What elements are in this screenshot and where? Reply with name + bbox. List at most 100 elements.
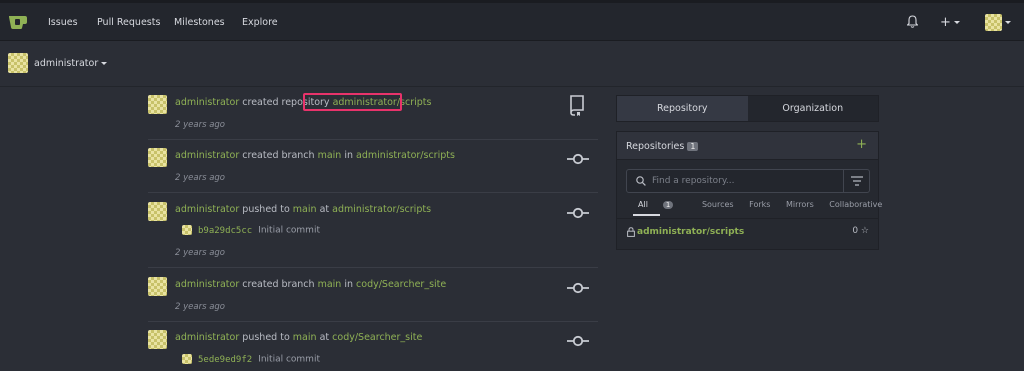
branch-link[interactable]: main <box>293 204 317 215</box>
feed-text: administrator created branch main in adm… <box>175 150 455 161</box>
search-placeholder: Find a repository... <box>652 176 735 186</box>
tab-repository[interactable]: Repository <box>617 96 748 121</box>
nav-milestones[interactable]: Milestones <box>174 17 225 28</box>
repositories-count-badge: 1 <box>687 142 699 151</box>
feed-verb: pushed to <box>242 332 290 343</box>
branch-link[interactable]: main <box>293 332 317 343</box>
feed-prep: in <box>344 150 354 161</box>
divider <box>148 267 598 268</box>
avatar <box>182 225 192 235</box>
feed-time: 2 years ago <box>175 173 226 183</box>
feed-time: 2 years ago <box>175 248 226 258</box>
context-user-switcher[interactable]: administrator <box>34 58 108 69</box>
avatar <box>985 14 1002 31</box>
repo-link[interactable]: administrator/scripts <box>637 227 744 237</box>
repositories-header: Repositories 1 + <box>617 132 878 160</box>
search-icon <box>636 176 646 186</box>
repo-list-item[interactable]: administrator/scripts 0 ☆ <box>617 218 878 251</box>
actor-link[interactable]: administrator <box>175 279 239 290</box>
feed-text: administrator pushed to main at administ… <box>175 204 431 215</box>
feed-prep: in <box>344 279 354 290</box>
filter-all[interactable]: All 1 <box>638 200 686 209</box>
repo-icon <box>570 95 584 116</box>
chevron-down-icon <box>953 21 960 24</box>
avatar <box>148 95 167 114</box>
commit-icon <box>567 282 589 294</box>
user-menu-button[interactable] <box>985 14 1011 31</box>
create-new-button[interactable]: + <box>940 15 960 30</box>
highlight-box <box>303 93 402 111</box>
repositories-box: Repositories 1 + Find a repository... All… <box>616 131 882 251</box>
feed-item: administrator pushed to main at cody/Sea… <box>148 330 598 371</box>
avatar <box>148 202 167 221</box>
commit-row: 5ede9ed9f2 Initial commit <box>182 354 320 365</box>
feed-prep: at <box>319 204 330 215</box>
chevron-down-icon <box>101 62 108 65</box>
repo-search-input[interactable]: Find a repository... <box>626 169 870 193</box>
active-filter-underline <box>633 214 660 216</box>
repo-link[interactable]: cody/Searcher_site <box>332 332 422 343</box>
new-repo-plus-icon[interactable]: + <box>856 137 867 152</box>
notification-bell-icon[interactable] <box>907 15 918 28</box>
avatar <box>8 53 28 73</box>
feed-item: administrator pushed to main at administ… <box>148 202 598 262</box>
divider <box>148 192 598 193</box>
nav-pull-requests[interactable]: Pull Requests <box>97 17 160 28</box>
context-bar: administrator <box>0 41 1024 87</box>
commit-message: Initial commit <box>258 225 320 236</box>
branch-link[interactable]: main <box>318 279 342 290</box>
feed-item: administrator created branch main in adm… <box>148 148 598 188</box>
commit-sha-link[interactable]: b9a29dc5cc <box>198 226 252 236</box>
repositories-title: Repositories 1 <box>626 141 699 152</box>
feed-text: administrator pushed to main at cody/Sea… <box>175 332 422 343</box>
filter-button[interactable] <box>843 170 869 192</box>
avatar <box>148 148 167 167</box>
star-count: 0 <box>852 226 859 236</box>
repo-link[interactable]: administrator/scripts <box>332 204 431 215</box>
avatar <box>148 330 167 349</box>
filter-mirrors[interactable]: Mirrors <box>786 200 814 209</box>
feed-time: 2 years ago <box>175 302 226 312</box>
commit-icon <box>567 335 589 347</box>
star-icon: ☆ <box>860 226 869 236</box>
panel-tabs: Repository Organization <box>616 95 879 122</box>
feed-time: 2 years ago <box>175 120 226 130</box>
chevron-down-icon <box>1005 21 1011 24</box>
filter-all-count: 1 <box>662 201 674 209</box>
gitea-logo-icon[interactable] <box>8 13 28 30</box>
actor-link[interactable]: administrator <box>175 332 239 343</box>
branch-link[interactable]: main <box>318 150 342 161</box>
avatar <box>182 354 192 364</box>
divider <box>148 139 598 140</box>
actor-link[interactable]: administrator <box>175 97 239 108</box>
filter-forks[interactable]: Forks <box>749 200 770 209</box>
top-navbar: Issues Pull Requests Milestones Explore … <box>0 0 1024 41</box>
actor-link[interactable]: administrator <box>175 150 239 161</box>
filter-all-label: All <box>638 200 648 209</box>
commit-row: b9a29dc5cc Initial commit <box>182 225 320 236</box>
repo-filter-tabs: All 1 Sources Forks Mirrors Collaborative <box>638 200 895 209</box>
feed-verb: created branch <box>242 150 315 161</box>
actor-link[interactable]: administrator <box>175 204 239 215</box>
feed-text: administrator created branch main in cod… <box>175 279 446 290</box>
tab-organization[interactable]: Organization <box>747 96 878 121</box>
commit-icon <box>567 153 589 165</box>
feed-verb: pushed to <box>242 204 290 215</box>
filter-sources[interactable]: Sources <box>702 200 734 209</box>
repo-link[interactable]: administrator/scripts <box>356 150 455 161</box>
lock-icon <box>627 227 635 237</box>
feed-item: administrator created branch main in cod… <box>148 277 598 317</box>
plus-icon: + <box>940 15 951 30</box>
repositories-title-text: Repositories <box>626 141 685 152</box>
commit-sha-link[interactable]: 5ede9ed9f2 <box>198 355 252 365</box>
commit-message: Initial commit <box>258 354 320 365</box>
avatar <box>148 277 167 296</box>
feed-verb: created branch <box>242 279 315 290</box>
nav-issues[interactable]: Issues <box>48 17 78 28</box>
nav-explore[interactable]: Explore <box>242 17 278 28</box>
filter-icon <box>851 176 863 186</box>
filter-collaborative[interactable]: Collaborative <box>829 200 882 209</box>
divider <box>148 321 598 322</box>
repo-link[interactable]: cody/Searcher_site <box>356 279 446 290</box>
feed-prep: at <box>319 332 330 343</box>
